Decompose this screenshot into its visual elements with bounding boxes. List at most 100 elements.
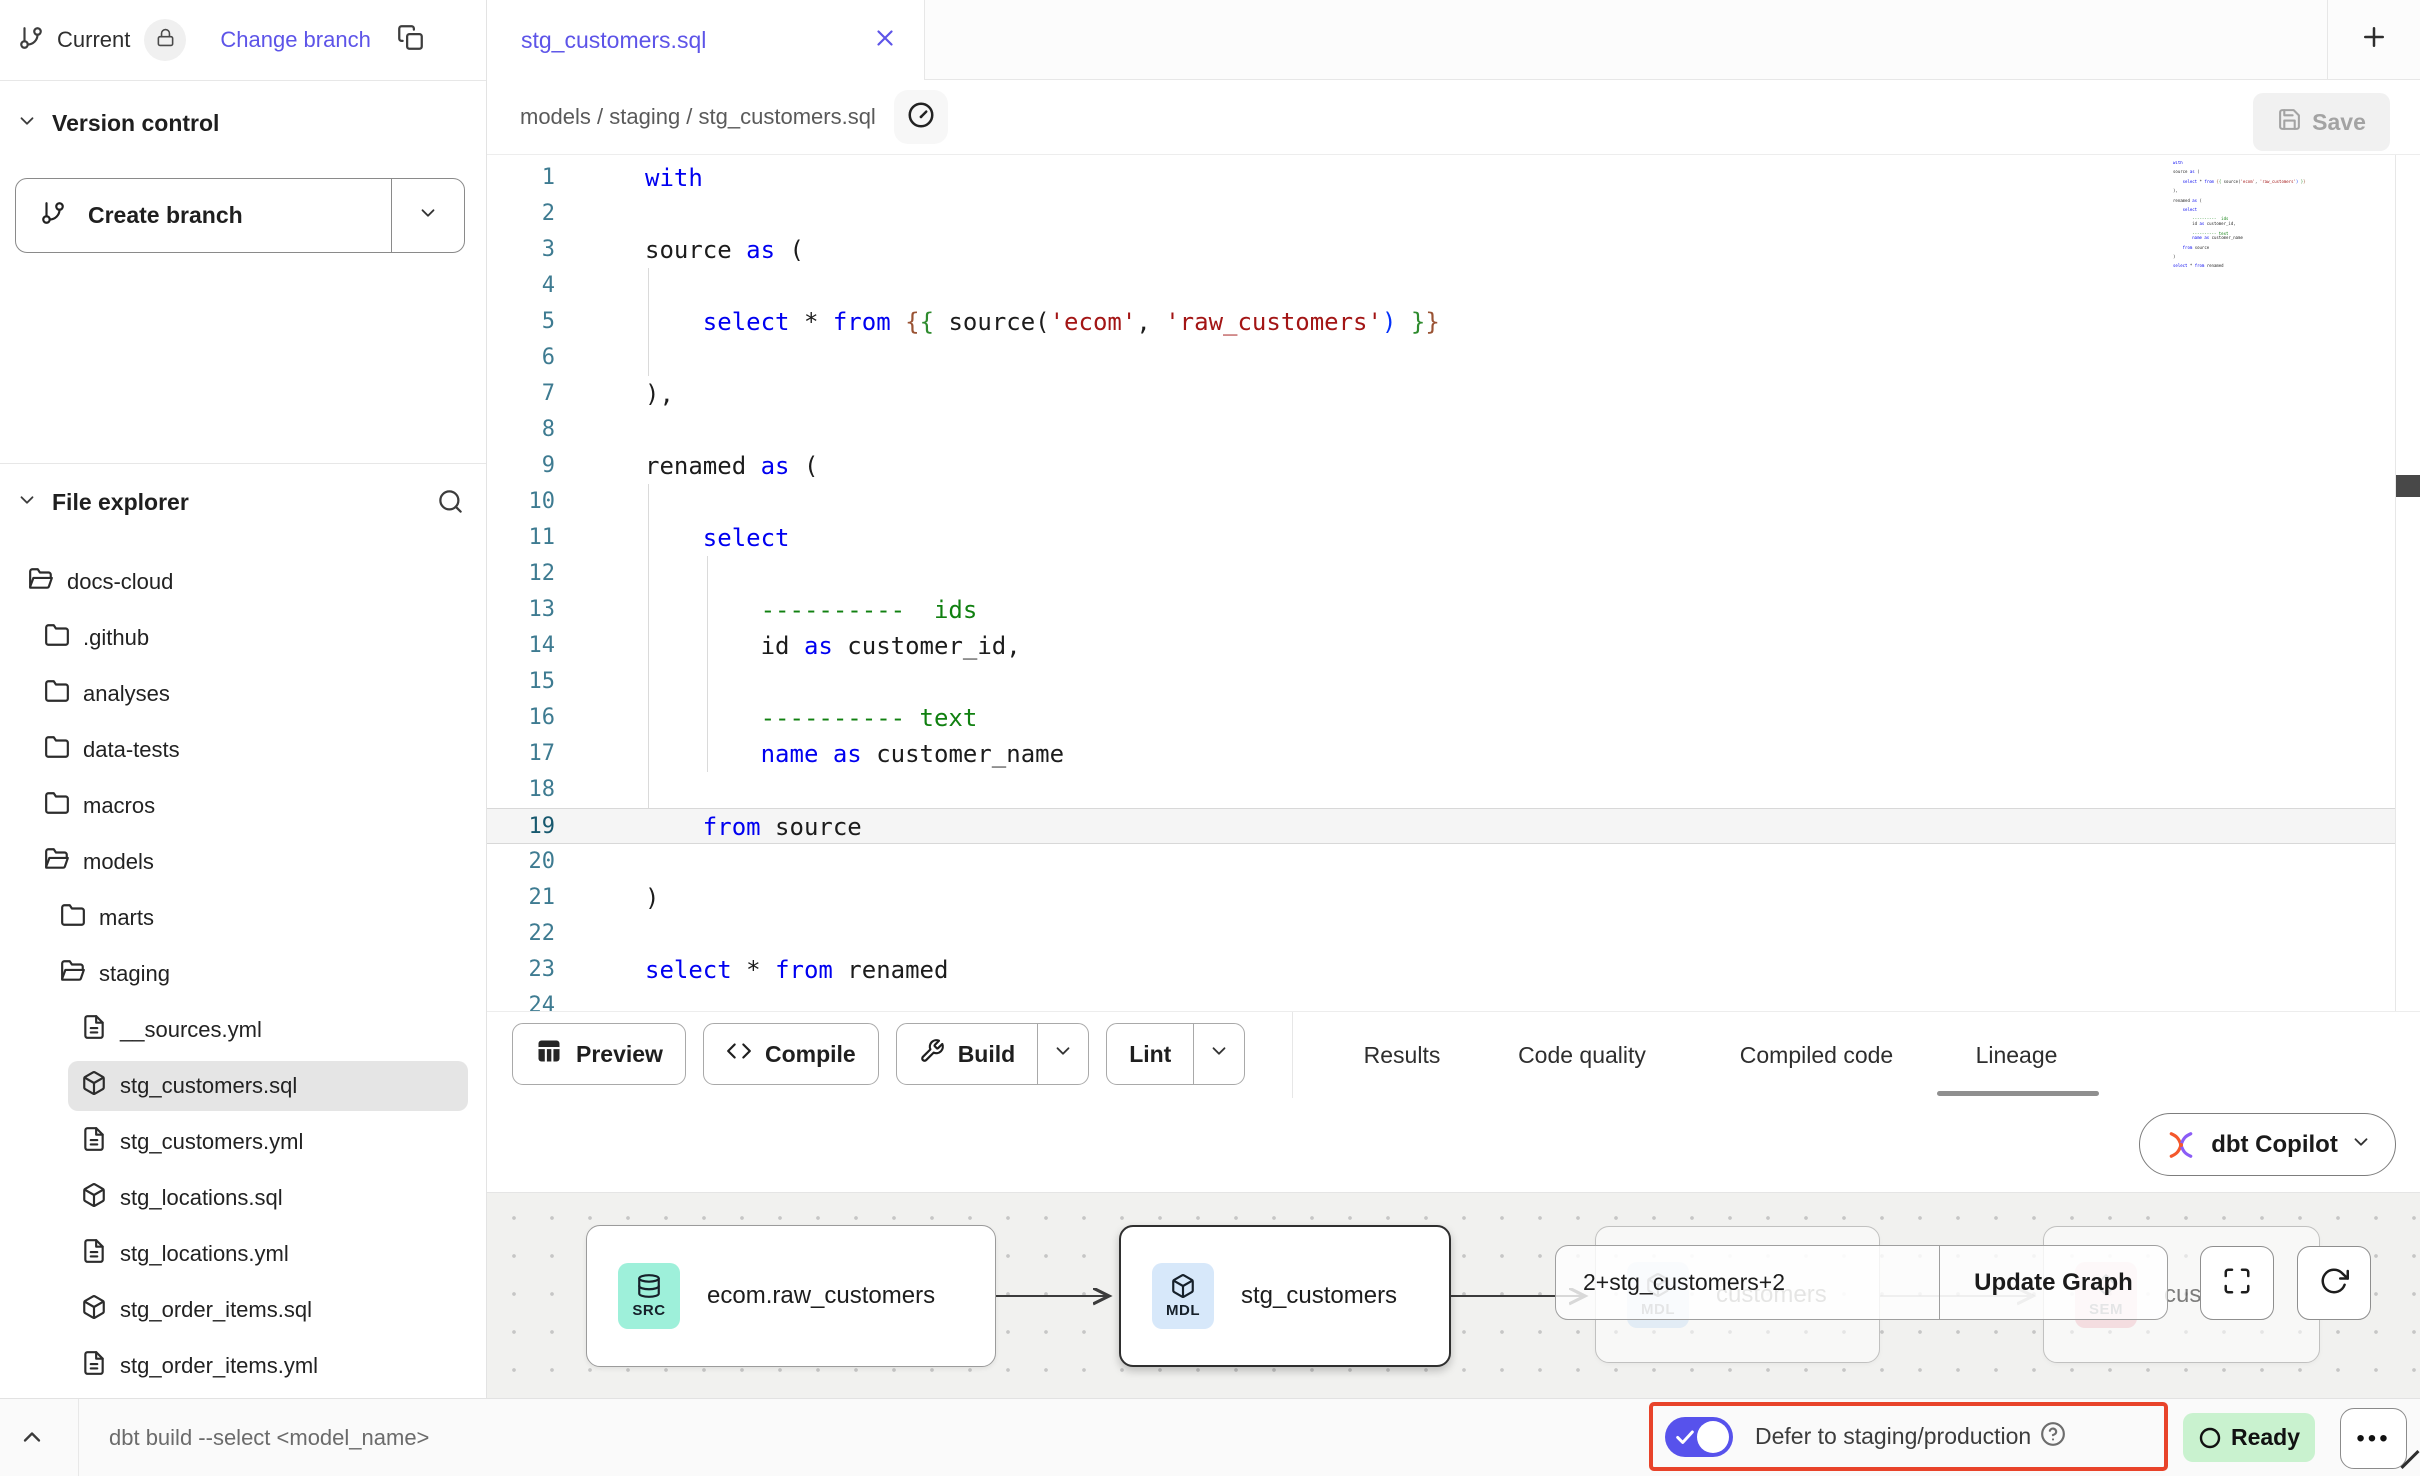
code-line-9: 9renamed as ( — [487, 448, 2395, 484]
preview-button[interactable]: Preview — [512, 1023, 686, 1085]
version-control-header[interactable]: Version control — [0, 95, 486, 151]
command-input[interactable]: dbt build --select <model_name> — [109, 1399, 709, 1476]
tab-bar: stg_customers.sql — [487, 0, 2420, 80]
help-icon[interactable] — [2040, 1421, 2066, 1452]
code-line-19: 19 from source — [487, 808, 2395, 844]
indent-guide — [648, 268, 649, 376]
file-item-data-tests[interactable]: data-tests — [0, 722, 486, 778]
file-item-label: data-tests — [83, 737, 180, 763]
file-item-marts[interactable]: marts — [0, 890, 486, 946]
panel-tab-compiled-code[interactable]: Compiled code — [1724, 1012, 1909, 1098]
code-line-12: 12 — [487, 556, 2395, 592]
code-icon — [726, 1038, 752, 1070]
refresh-button[interactable] — [2297, 1246, 2371, 1320]
scrollbar-thumb[interactable] — [2396, 475, 2420, 497]
panel-tab-results[interactable]: Results — [1357, 1012, 1447, 1098]
code-line-4: 4 — [487, 268, 2395, 304]
model-badge: MDL — [1152, 1263, 1214, 1329]
file-item-docs-cloud[interactable]: docs-cloud — [0, 554, 486, 610]
panel-tab-code-quality[interactable]: Code quality — [1492, 1012, 1672, 1098]
create-branch-button[interactable]: Create branch — [15, 178, 465, 253]
file-item-label: docs-cloud — [67, 569, 173, 595]
fullscreen-button[interactable] — [2200, 1246, 2274, 1320]
lock-icon — [156, 28, 175, 52]
file-item-staging[interactable]: staging — [0, 946, 486, 1002]
breadcrumb-bar: models / staging / stg_customers.sql Sav… — [487, 80, 2420, 155]
lint-dropdown[interactable] — [1193, 1024, 1244, 1084]
file-item-.github[interactable]: .github — [0, 610, 486, 666]
file-item-stg_locations.sql[interactable]: stg_locations.sql — [0, 1170, 486, 1226]
file-item-macros[interactable]: macros — [0, 778, 486, 834]
file-tree: docs-cloud .github analyses data-tests macro… — [0, 554, 486, 1394]
panel-tab-lineage[interactable]: Lineage — [1949, 1012, 2084, 1098]
file-item-models[interactable]: models — [0, 834, 486, 890]
model-icon — [81, 1294, 107, 1320]
code-line-15: 15 — [487, 664, 2395, 700]
minimap[interactable]: with source as ( select * from {{ source… — [2173, 161, 2391, 274]
divider — [0, 463, 486, 464]
current-branch-label: Current — [57, 27, 130, 53]
code-line-6: 6 — [487, 340, 2395, 376]
change-branch-link[interactable]: Change branch — [220, 27, 370, 53]
file-item-label: marts — [99, 905, 154, 931]
graph-selector-input[interactable]: 2+stg_customers+2 — [1556, 1246, 1939, 1319]
lint-button[interactable]: Lint — [1106, 1023, 1245, 1085]
file-item-__sources.yml[interactable]: __sources.yml — [0, 1002, 486, 1058]
dbt-copilot-button[interactable]: dbt Copilot — [2139, 1113, 2396, 1176]
node-label: stg_customers — [1241, 1282, 1397, 1310]
scrollbar[interactable] — [2396, 155, 2420, 1011]
save-button[interactable]: Save — [2253, 93, 2390, 151]
file-item-stg_customers.sql[interactable]: stg_customers.sql — [0, 1058, 486, 1114]
tab-stg-customers[interactable]: stg_customers.sql — [487, 0, 925, 80]
lineage-node-stg_customers[interactable]: MDL stg_customers — [1119, 1225, 1451, 1367]
close-icon[interactable] — [872, 25, 898, 56]
file-item-label: .github — [83, 625, 149, 651]
plus-icon[interactable] — [2359, 22, 2389, 57]
file-item-analyses[interactable]: analyses — [0, 666, 486, 722]
chevron-down-icon — [1208, 1040, 1230, 1068]
table-icon — [535, 1037, 563, 1071]
divider — [78, 1399, 79, 1476]
folder-open-icon — [28, 566, 54, 592]
code-line-7: 7), — [487, 376, 2395, 412]
dbt-ide: Current Change branch Version control Cr… — [0, 0, 2420, 1476]
code-editor[interactable]: 1with23source as (45 select * from {{ so… — [487, 155, 2420, 1011]
more-button[interactable]: ••• — [2340, 1408, 2407, 1469]
folder-icon — [44, 734, 70, 760]
build-dropdown[interactable] — [1037, 1024, 1088, 1084]
compile-button[interactable]: Compile — [703, 1023, 879, 1085]
lineage-node-ecom.raw_customers[interactable]: SRCecom.raw_customers — [586, 1225, 996, 1367]
code-line-24: 24 — [487, 988, 2395, 1011]
code-line-11: 11 select — [487, 520, 2395, 556]
code-line-5: 5 select * from {{ source('ecom', 'raw_c… — [487, 304, 2395, 340]
defer-toggle[interactable] — [1665, 1417, 1733, 1457]
compile-label: Compile — [765, 1041, 856, 1068]
file-item-label: staging — [99, 961, 170, 987]
wrench-icon — [919, 1038, 945, 1070]
file-item-stg_locations.yml[interactable]: stg_locations.yml — [0, 1226, 486, 1282]
copilot-label: dbt Copilot — [2211, 1131, 2338, 1159]
create-branch-dropdown[interactable] — [391, 179, 464, 252]
copy-icon[interactable] — [397, 24, 424, 56]
search-icon[interactable] — [437, 488, 464, 520]
file-icon — [81, 1350, 107, 1376]
file-explorer-header[interactable]: File explorer — [0, 474, 486, 530]
status-bar: dbt build --select <model_name> Defer to… — [0, 1398, 2420, 1476]
build-button[interactable]: Build — [896, 1023, 1090, 1085]
save-icon — [2277, 107, 2302, 138]
file-explorer-title: File explorer — [52, 489, 189, 516]
gauge-button[interactable] — [894, 90, 948, 144]
lineage-canvas[interactable]: SRCecom.raw_customers MDL stg_customersMDL… — [487, 1192, 2420, 1401]
file-item-label: macros — [83, 793, 155, 819]
code-line-18: 18 — [487, 772, 2395, 808]
build-label: Build — [958, 1041, 1016, 1068]
chevron-up-icon[interactable] — [18, 1423, 46, 1456]
lint-label: Lint — [1129, 1041, 1171, 1068]
code-line-17: 17 name as customer_name — [487, 736, 2395, 772]
code-line-23: 23select * from renamed — [487, 952, 2395, 988]
folder-icon — [60, 902, 86, 928]
file-item-stg_customers.yml[interactable]: stg_customers.yml — [0, 1114, 486, 1170]
file-item-stg_order_items.yml[interactable]: stg_order_items.yml — [0, 1338, 486, 1394]
file-item-stg_order_items.sql[interactable]: stg_order_items.sql — [0, 1282, 486, 1338]
update-graph-button[interactable]: Update Graph — [1939, 1246, 2167, 1319]
